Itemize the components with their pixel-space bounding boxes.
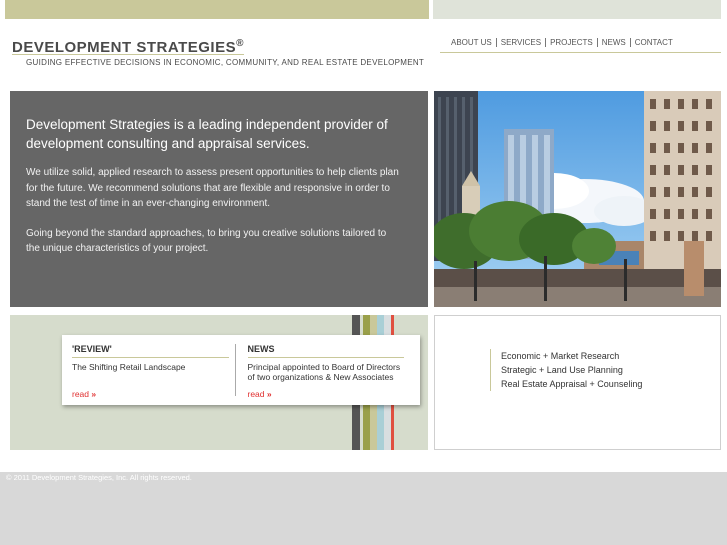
hero-paragraph-2: Going beyond the standard approaches, to…: [26, 227, 387, 255]
nav-news[interactable]: NEWS: [596, 38, 630, 47]
main-nav: ABOUT US SERVICES PROJECTS NEWS CONTACT: [449, 38, 677, 47]
news-read-link[interactable]: read »: [247, 389, 272, 399]
nav-services[interactable]: SERVICES: [495, 38, 545, 47]
service-economic-market-research[interactable]: Economic + Market Research: [501, 349, 642, 363]
review-heading: 'REVIEW': [72, 344, 229, 358]
city-photo: [434, 91, 721, 307]
double-chevron-right-icon: »: [266, 389, 272, 399]
top-color-bar-left: [5, 0, 429, 19]
news-read-label: read: [247, 389, 265, 399]
services-list: Economic + Market Research Strategic + L…: [490, 349, 642, 391]
hero-panel: Development Strategies is a leading inde…: [10, 91, 428, 307]
review-column: 'REVIEW' The Shifting Retail Landscape r…: [72, 344, 235, 399]
city-skyline-image: [434, 91, 721, 307]
hero-paragraph-1: We utilize solid, applied research to as…: [26, 167, 399, 209]
review-read-link[interactable]: read »: [72, 389, 96, 399]
footer-copyright: © 2011 Development Strategies, Inc. All …: [6, 473, 192, 482]
review-news-card: 'REVIEW' The Shifting Retail Landscape r…: [62, 335, 420, 405]
service-real-estate-appraisal-counseling[interactable]: Real Estate Appraisal + Counseling: [501, 377, 642, 391]
registered-mark: ®: [236, 38, 244, 49]
nav-divider: [440, 52, 721, 53]
logo-divider: [12, 54, 244, 55]
service-strategic-land-use-planning[interactable]: Strategic + Land Use Planning: [501, 363, 642, 377]
features-panel: 'REVIEW' The Shifting Retail Landscape r…: [10, 315, 428, 450]
nav-projects[interactable]: PROJECTS: [545, 38, 597, 47]
tagline: GUIDING EFFECTIVE DECISIONS IN ECONOMIC,…: [26, 58, 425, 67]
top-color-bar-right: [433, 0, 721, 19]
news-heading: NEWS: [247, 344, 404, 358]
nav-contact[interactable]: CONTACT: [629, 38, 677, 47]
page: DEVELOPMENT STRATEGIES® GUIDING EFFECTIV…: [0, 0, 727, 472]
news-column: NEWS Principal appointed to Board of Dir…: [234, 344, 411, 399]
hero-headline: Development Strategies is a leading inde…: [26, 117, 388, 151]
review-title[interactable]: The Shifting Retail Landscape: [72, 362, 229, 384]
news-title[interactable]: Principal appointed to Board of Director…: [248, 362, 405, 384]
double-chevron-right-icon: »: [91, 389, 96, 399]
review-read-label: read: [72, 389, 90, 399]
nav-about-us[interactable]: ABOUT US: [449, 38, 496, 47]
services-panel: Economic + Market Research Strategic + L…: [434, 315, 721, 450]
